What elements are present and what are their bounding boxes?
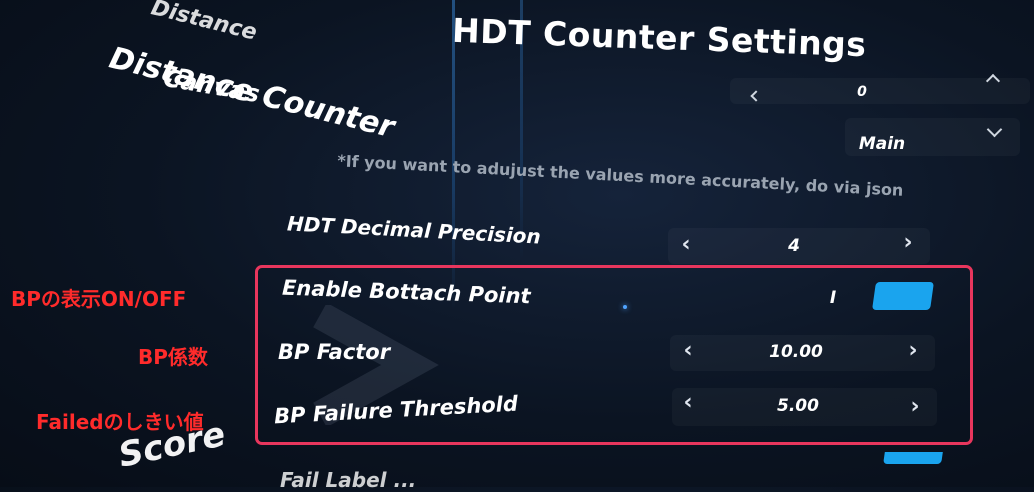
annotation-bp-display: BPの表示ON/OFF [11,287,187,311]
partial-value: 0 [857,84,867,100]
tab-distance-faded[interactable]: Distance [149,0,260,46]
bp-factor-increment-button[interactable]: › [903,340,923,362]
below-partial-toggle[interactable] [883,452,943,464]
enable-bottach-toggle[interactable] [872,282,934,310]
annotation-failed-threshold: Failedのしきい値 [36,410,204,434]
decimal-precision-value: 4 [788,236,800,256]
toggle-state-text: I [829,288,837,308]
page-title: HDT Counter Settings [451,10,868,65]
decimal-precision-label: HDT Decimal Precision [286,211,542,249]
below-partial-label: Fail Label ... [280,468,417,492]
bp-factor-value: 10.00 [769,342,823,362]
bp-failure-increment-button[interactable]: › [905,396,925,418]
json-note: *If you want to adujust the values more … [336,151,904,200]
annotation-bp-factor: BP係数 [138,345,208,369]
canvas-dropdown-value[interactable]: Main [832,134,932,154]
decimal-increment-button[interactable]: › [898,232,918,254]
bp-failure-value: 5.00 [777,396,819,416]
bp-failure-decrement-button[interactable]: ‹ [678,392,698,414]
decimal-decrement-button[interactable]: ‹ [676,234,696,256]
bp-factor-label: BP Factor [278,340,391,364]
bp-factor-decrement-button[interactable]: ‹ [678,340,698,362]
